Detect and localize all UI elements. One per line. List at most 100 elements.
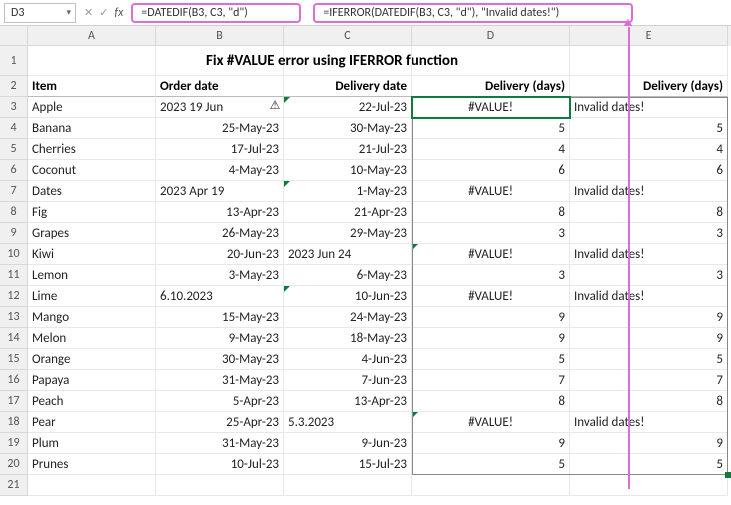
row-header[interactable]: 8 <box>0 202 28 223</box>
cell-delivery-days-d[interactable]: #VALUE! <box>412 412 570 433</box>
cell-delivery-date[interactable]: 6-May-23 <box>284 265 412 286</box>
cell-delivery-date[interactable]: 9-Jun-23 <box>284 433 412 454</box>
cell-item[interactable]: Peach <box>28 391 156 412</box>
cell-order-date[interactable] <box>156 475 284 496</box>
header-item[interactable]: Item <box>28 76 156 97</box>
cell-delivery-days-e[interactable]: 6 <box>570 160 728 181</box>
row-header[interactable]: 9 <box>0 223 28 244</box>
cell-delivery-days-e[interactable]: Invalid dates! <box>570 181 728 202</box>
row-header-2[interactable]: 2 <box>0 76 28 97</box>
cell-order-date[interactable]: 13-Apr-23 <box>156 202 284 223</box>
cell-item[interactable]: Banana <box>28 118 156 139</box>
cell-delivery-days-d[interactable]: 5 <box>412 454 570 475</box>
col-header-e[interactable]: E <box>570 26 728 46</box>
cell-delivery-days-d[interactable]: 7 <box>412 370 570 391</box>
cell-delivery-days-e[interactable]: 9 <box>570 433 728 454</box>
cell-item[interactable]: Mango <box>28 307 156 328</box>
cell-order-date[interactable]: 10-Jul-23 <box>156 454 284 475</box>
cell-delivery-days-d[interactable] <box>412 475 570 496</box>
header-delivery-days-d[interactable]: Delivery (days) <box>412 76 570 97</box>
cell-delivery-days-d[interactable]: #VALUE! <box>412 181 570 202</box>
cell-order-date[interactable]: 30-May-23 <box>156 349 284 370</box>
cell-order-date[interactable]: 17-Jul-23 <box>156 139 284 160</box>
cell-delivery-days-e[interactable]: 5 <box>570 118 728 139</box>
cell-delivery-days-d[interactable]: #VALUE! <box>412 97 570 118</box>
cell-c1[interactable] <box>284 46 412 76</box>
cell-delivery-days-d[interactable]: 9 <box>412 328 570 349</box>
cell-delivery-days-e[interactable] <box>570 475 728 496</box>
row-header[interactable]: 12 <box>0 286 28 307</box>
cell-order-date[interactable]: 5-Apr-23 <box>156 391 284 412</box>
cell-delivery-days-e[interactable]: 3 <box>570 265 728 286</box>
cell-delivery-date[interactable]: 13-Apr-23 <box>284 391 412 412</box>
cell-order-date[interactable]: 20-Jun-23 <box>156 244 284 265</box>
cell-delivery-date[interactable]: 10-Jun-23 <box>284 286 412 307</box>
cell-delivery-days-d[interactable]: 9 <box>412 433 570 454</box>
cell-delivery-days-e[interactable]: 4 <box>570 139 728 160</box>
fx-icon[interactable]: fx <box>114 6 123 20</box>
col-header-a[interactable]: A <box>28 26 156 46</box>
cell-delivery-date[interactable]: 10-May-23 <box>284 160 412 181</box>
name-box[interactable]: D3 ▾ <box>4 3 76 23</box>
cell-item[interactable]: Lemon <box>28 265 156 286</box>
row-header[interactable]: 14 <box>0 328 28 349</box>
row-header[interactable]: 5 <box>0 139 28 160</box>
cell-delivery-date[interactable]: 18-May-23 <box>284 328 412 349</box>
cell-b1[interactable]: Fix #VALUE error using IFERROR function <box>156 46 284 76</box>
select-all-corner[interactable] <box>0 26 28 46</box>
cell-delivery-date[interactable]: 29-May-23 <box>284 223 412 244</box>
cell-e1[interactable] <box>570 46 728 76</box>
cell-order-date[interactable]: 2023 19 Jun <box>156 97 284 118</box>
cell-delivery-date[interactable]: 30-May-23 <box>284 118 412 139</box>
cell-delivery-days-e[interactable]: Invalid dates! <box>570 412 728 433</box>
cell-delivery-days-d[interactable]: 5 <box>412 118 570 139</box>
cell-item[interactable]: Orange <box>28 349 156 370</box>
cell-delivery-date[interactable]: 21-Jul-23 <box>284 139 412 160</box>
cell-item[interactable]: Plum <box>28 433 156 454</box>
cell-item[interactable]: Apple <box>28 97 156 118</box>
cell-delivery-days-d[interactable]: 9 <box>412 307 570 328</box>
cell-item[interactable]: Lime <box>28 286 156 307</box>
cell-delivery-days-d[interactable]: #VALUE! <box>412 286 570 307</box>
cell-delivery-date[interactable]: 2023 Jun 24 <box>284 244 412 265</box>
cell-order-date[interactable]: 2023 Apr 19 <box>156 181 284 202</box>
cell-item[interactable]: Prunes <box>28 454 156 475</box>
selection-fill-handle[interactable] <box>725 472 731 478</box>
cell-delivery-days-e[interactable]: 7 <box>570 370 728 391</box>
row-header[interactable]: 21 <box>0 475 28 496</box>
row-header[interactable]: 20 <box>0 454 28 475</box>
col-header-b[interactable]: B <box>156 26 284 46</box>
cell-delivery-date[interactable]: 1-May-23 <box>284 181 412 202</box>
cell-delivery-days-d[interactable]: 8 <box>412 391 570 412</box>
row-header[interactable]: 6 <box>0 160 28 181</box>
cell-delivery-date[interactable]: 24-May-23 <box>284 307 412 328</box>
cell-delivery-days-e[interactable]: Invalid dates! <box>570 286 728 307</box>
cell-delivery-days-e[interactable]: 8 <box>570 202 728 223</box>
cell-delivery-date[interactable]: 22-Jul-23⚠ <box>284 97 412 118</box>
row-header[interactable]: 13 <box>0 307 28 328</box>
row-header[interactable]: 7 <box>0 181 28 202</box>
dropdown-icon[interactable]: ▾ <box>66 7 71 18</box>
cell-order-date[interactable]: 6.10.2023 <box>156 286 284 307</box>
cell-delivery-days-e[interactable]: 9 <box>570 307 728 328</box>
cell-delivery-date[interactable]: 7-Jun-23 <box>284 370 412 391</box>
cell-delivery-days-d[interactable]: 6 <box>412 160 570 181</box>
row-header[interactable]: 15 <box>0 349 28 370</box>
cell-order-date[interactable]: 15-May-23 <box>156 307 284 328</box>
cell-order-date[interactable]: 25-Apr-23 <box>156 412 284 433</box>
cell-delivery-days-e[interactable]: 9 <box>570 328 728 349</box>
cell-a1[interactable] <box>28 46 156 76</box>
cell-item[interactable]: Dates <box>28 181 156 202</box>
row-header[interactable]: 17 <box>0 391 28 412</box>
cell-delivery-days-e[interactable]: 5 <box>570 454 728 475</box>
col-header-d[interactable]: D <box>412 26 570 46</box>
cell-delivery-days-d[interactable]: 3 <box>412 265 570 286</box>
cell-delivery-days-e[interactable]: 8 <box>570 391 728 412</box>
cell-delivery-date[interactable]: 5.3.2023 <box>284 412 412 433</box>
cell-item[interactable]: Pear <box>28 412 156 433</box>
cell-item[interactable]: Coconut <box>28 160 156 181</box>
cell-delivery-days-e[interactable]: 5 <box>570 349 728 370</box>
row-header[interactable]: 3 <box>0 97 28 118</box>
cell-delivery-date[interactable] <box>284 475 412 496</box>
cell-delivery-days-e[interactable]: Invalid dates! <box>570 97 728 118</box>
